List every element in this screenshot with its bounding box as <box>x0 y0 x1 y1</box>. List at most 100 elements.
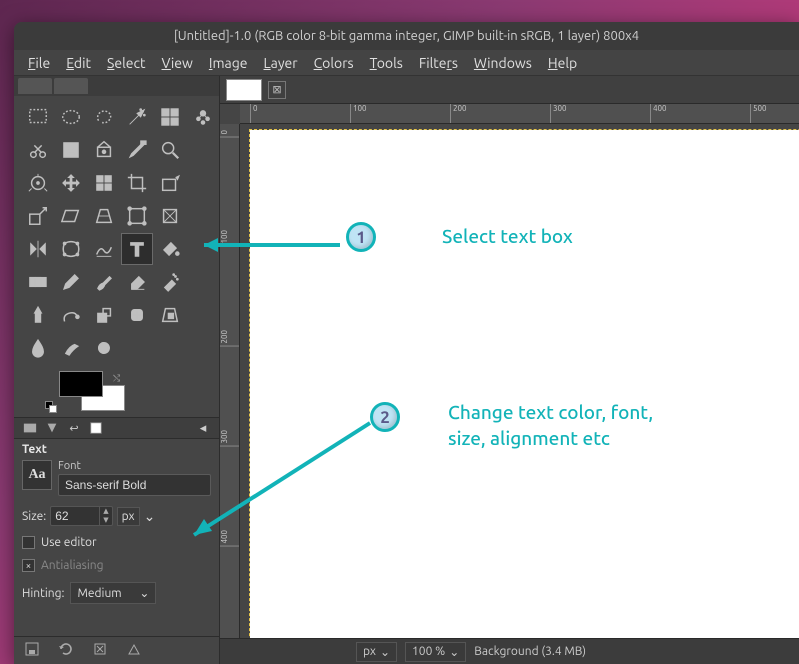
size-unit-select[interactable]: px <box>117 507 140 526</box>
text-tool[interactable] <box>122 234 152 264</box>
menu-select[interactable]: Select <box>101 53 151 73</box>
size-up-icon[interactable]: ▲ <box>100 507 111 516</box>
blur-tool[interactable] <box>23 333 53 363</box>
menu-view[interactable]: View <box>156 53 199 73</box>
restore-options-icon[interactable] <box>58 641 74 660</box>
tab-menu-icon[interactable]: ◂ <box>195 420 211 436</box>
font-input[interactable] <box>58 474 211 496</box>
status-unit-select[interactable]: px ⌄ <box>356 642 397 662</box>
free-select-tool[interactable] <box>89 102 119 132</box>
perspective-tool[interactable] <box>89 201 119 231</box>
size-label: Size: <box>22 510 46 523</box>
rotate-tool[interactable] <box>155 168 185 198</box>
size-spinbox[interactable]: ▲▼ <box>50 506 112 526</box>
tool-options-title: Text <box>14 439 219 458</box>
mypaint-brush-tool[interactable] <box>56 300 86 330</box>
zoom-tool[interactable] <box>155 135 185 165</box>
status-zoom-select[interactable]: 100 % ⌄ <box>405 642 466 662</box>
clone-tool[interactable] <box>89 300 119 330</box>
menu-file[interactable]: File <box>22 53 56 73</box>
shear-tool[interactable] <box>56 201 86 231</box>
close-tab-icon[interactable]: ⊠ <box>268 81 286 99</box>
use-editor-label: Use editor <box>41 536 97 549</box>
canvas-viewport[interactable] <box>240 124 799 638</box>
color-picker-tool[interactable] <box>89 135 119 165</box>
move-tool[interactable] <box>56 168 86 198</box>
antialiasing-label: Antialiasing <box>41 559 104 572</box>
perspective-clone-tool[interactable] <box>155 300 185 330</box>
warp-tool[interactable] <box>89 234 119 264</box>
toolbox-tab[interactable] <box>18 78 52 94</box>
menu-colors[interactable]: Colors <box>308 53 360 73</box>
chevron-down-icon: ⌄ <box>449 645 459 659</box>
ruler-tick: 200 <box>450 104 467 123</box>
vertical-ruler[interactable]: 0 100 200 300 400 <box>220 124 240 638</box>
save-options-icon[interactable] <box>24 641 40 660</box>
chevron-down-icon: ⌄ <box>380 645 390 659</box>
ink-tool[interactable] <box>23 300 53 330</box>
menu-filters[interactable]: Filters <box>413 53 464 73</box>
menu-image[interactable]: Image <box>203 53 254 73</box>
menu-edit[interactable]: Edit <box>60 53 97 73</box>
menu-help[interactable]: Help <box>542 53 583 73</box>
toolbox-tabs <box>14 76 219 96</box>
delete-options-icon[interactable] <box>92 641 108 660</box>
menu-layer[interactable]: Layer <box>258 53 304 73</box>
cage-tool[interactable] <box>56 234 86 264</box>
heal-tool[interactable] <box>122 300 152 330</box>
fg-bg-colors: ⤭ <box>59 371 219 417</box>
antialiasing-checkbox[interactable]: × <box>22 559 35 572</box>
airbrush-tool[interactable] <box>155 267 185 297</box>
foreground-select-tool[interactable] <box>23 135 53 165</box>
dodge-burn-tool[interactable] <box>89 333 119 363</box>
scissors-select-tool[interactable] <box>188 102 218 132</box>
canvas[interactable] <box>250 130 799 638</box>
measure-tool[interactable] <box>122 135 152 165</box>
menu-tools[interactable]: Tools <box>364 53 409 73</box>
chevron-down-icon[interactable]: ⌄ <box>144 508 156 525</box>
tool-options-tabs: ↩ ◂ <box>14 417 219 439</box>
flip-tool[interactable] <box>23 234 53 264</box>
default-colors-icon[interactable] <box>45 401 59 415</box>
tool-options-tab[interactable] <box>22 420 38 436</box>
images-tab[interactable] <box>88 420 104 436</box>
use-editor-checkbox[interactable] <box>22 536 35 549</box>
hinting-select[interactable]: Medium ⌄ <box>70 582 156 604</box>
toolbox-tab[interactable] <box>54 78 88 94</box>
menu-windows[interactable]: Windows <box>468 53 538 73</box>
gradient-tool[interactable] <box>23 267 53 297</box>
smudge-tool[interactable] <box>56 333 86 363</box>
device-status-tab[interactable] <box>44 420 60 436</box>
undo-history-tab[interactable]: ↩ <box>66 420 82 436</box>
crop-tool[interactable] <box>122 168 152 198</box>
pencil-tool[interactable] <box>56 267 86 297</box>
unified-transform-tool[interactable] <box>122 201 152 231</box>
rect-select-tool[interactable] <box>23 102 53 132</box>
tool-grid <box>14 96 219 365</box>
reset-options-icon[interactable] <box>126 641 142 660</box>
ruler-tick: 400 <box>650 104 667 123</box>
fuzzy-select-tool[interactable] <box>122 102 152 132</box>
paths-tool[interactable] <box>56 135 86 165</box>
toolbox-panel: ⤭ ↩ ◂ Text Aa Font <box>14 76 220 664</box>
eraser-tool[interactable] <box>122 267 152 297</box>
horizontal-ruler[interactable]: 0 100 200 300 400 500 600 700 <box>240 104 799 124</box>
ellipse-select-tool[interactable] <box>56 102 86 132</box>
scale-tool[interactable] <box>23 201 53 231</box>
tool-options-body: Aa Font Size: ▲▼ px ⌄ <box>14 458 219 612</box>
document-tab-thumbnail[interactable] <box>226 79 262 101</box>
size-input[interactable] <box>51 507 99 525</box>
align-tool[interactable] <box>89 168 119 198</box>
foreground-color[interactable] <box>59 371 103 397</box>
font-preview-icon[interactable]: Aa <box>22 460 52 490</box>
bucket-fill-tool[interactable] <box>155 234 185 264</box>
select-by-color-tool[interactable] <box>155 102 185 132</box>
paintbrush-tool[interactable] <box>89 267 119 297</box>
ruler-tick: 100 <box>350 104 367 123</box>
ruler-tick: 0 <box>250 104 258 123</box>
size-down-icon[interactable]: ▼ <box>100 516 111 525</box>
swap-colors-icon[interactable]: ⤭ <box>113 373 120 384</box>
statusbar: px ⌄ 100 % ⌄ Background (3.4 MB) <box>220 638 799 664</box>
handle-transform-tool[interactable] <box>155 201 185 231</box>
measure-tool-2[interactable] <box>23 168 53 198</box>
